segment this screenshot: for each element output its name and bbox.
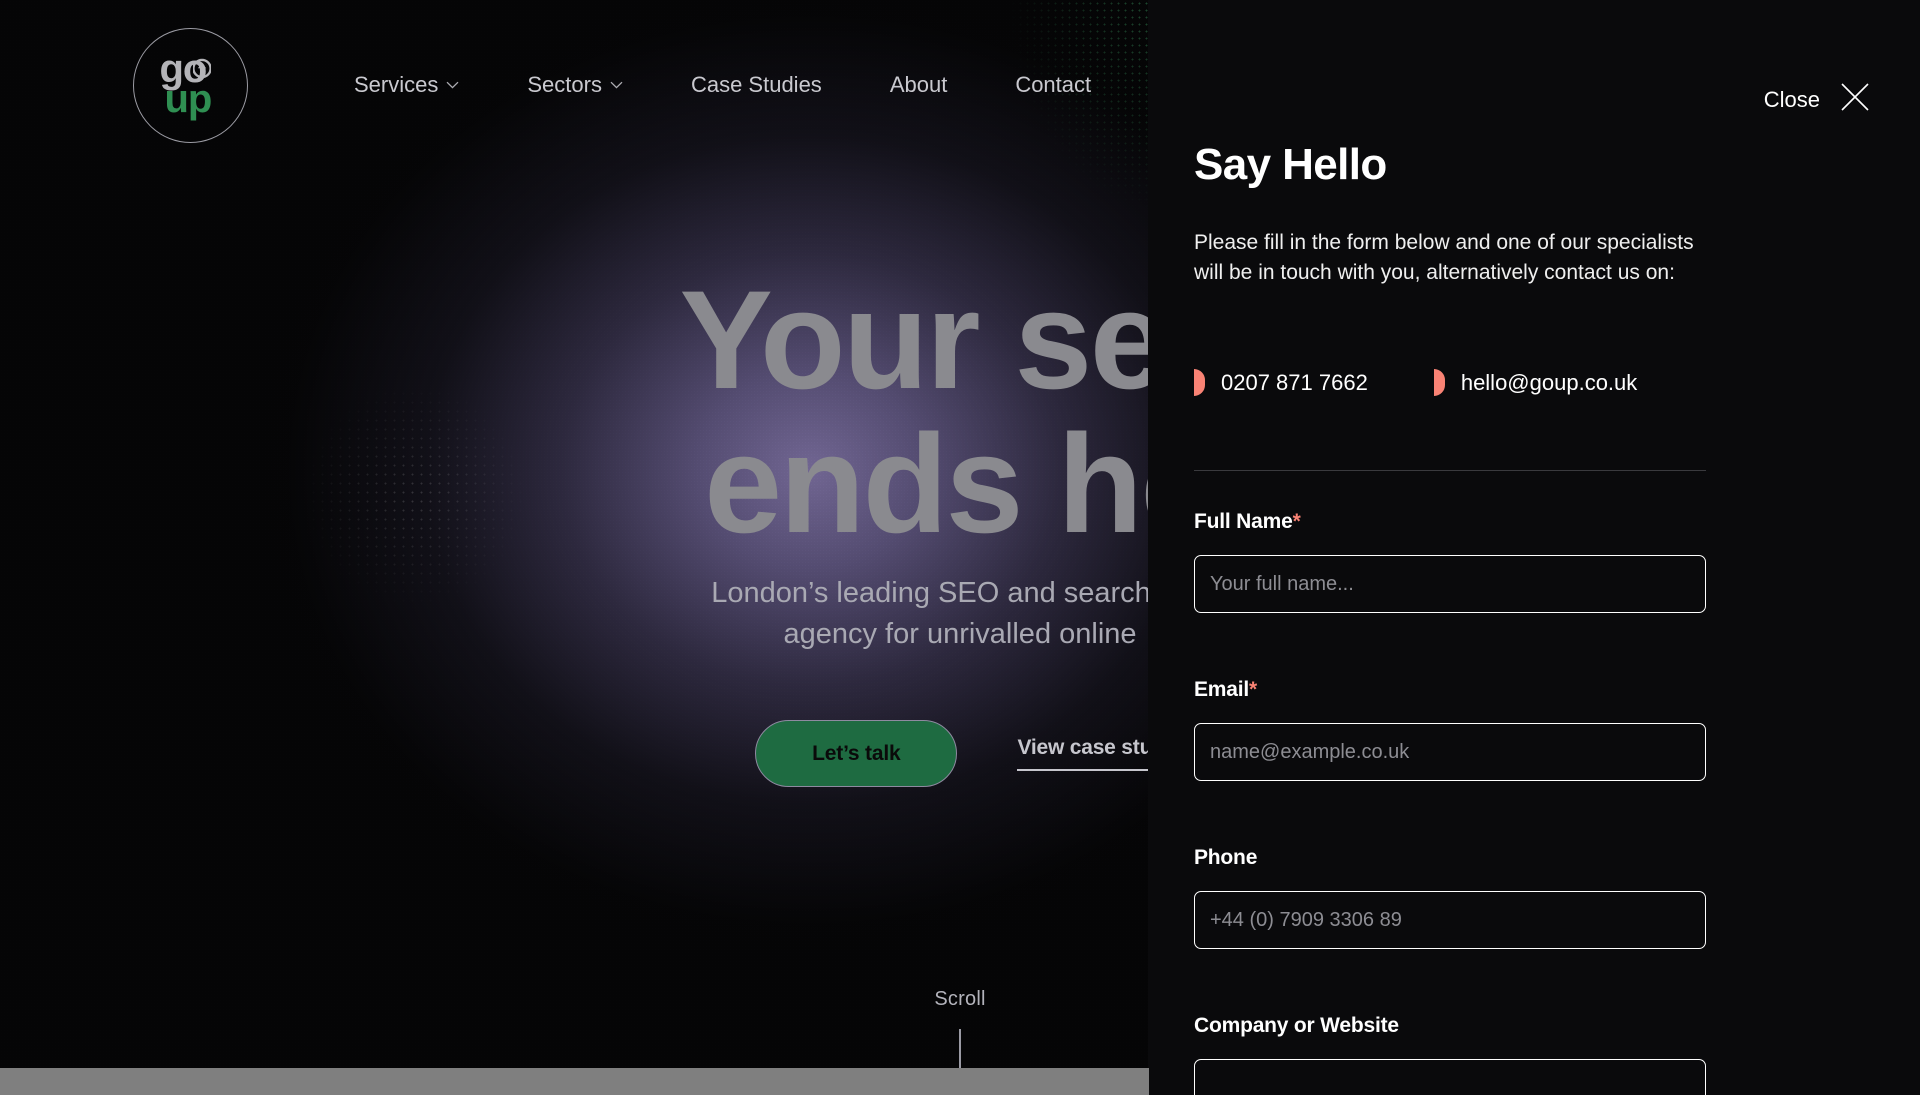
contact-panel: Close Say Hello Please fill in the form …: [1148, 0, 1920, 1095]
required-asterisk: *: [1292, 510, 1301, 533]
scroll-line: [959, 1029, 961, 1068]
label-text: Full Name: [1194, 510, 1293, 533]
half-circle-icon: [1194, 369, 1205, 396]
view-case-studies-link[interactable]: View case stud: [1017, 736, 1165, 772]
logo-mark: go up: [160, 49, 222, 123]
field-email: Email*: [1194, 678, 1706, 781]
nav-label: Contact: [1015, 72, 1092, 97]
field-label-email: Email*: [1194, 678, 1706, 702]
email-input[interactable]: [1194, 723, 1706, 781]
field-label-company-or-website: Company or Website: [1194, 1014, 1706, 1038]
nav-label: About: [889, 72, 948, 97]
nav-label: Sectors: [527, 72, 602, 97]
phone-input[interactable]: [1194, 891, 1706, 949]
field-phone: Phone: [1194, 846, 1706, 949]
chevron-down-icon: [446, 81, 459, 89]
scroll-label: Scroll: [934, 988, 986, 1010]
logo-text-up: up: [164, 76, 213, 121]
label-text: Phone: [1194, 846, 1258, 869]
lets-talk-button[interactable]: Let’s talk: [755, 720, 958, 788]
full-name-input[interactable]: [1194, 555, 1706, 613]
up-arrow-icon: [192, 58, 211, 78]
panel-divider: [1194, 470, 1706, 471]
horizontal-scrollbar-thumb[interactable]: [0, 1068, 1149, 1095]
contact-email-value: hello@goup.co.uk: [1460, 369, 1638, 395]
field-full-name: Full Name*: [1194, 510, 1706, 613]
required-asterisk: *: [1249, 678, 1258, 701]
panel-title: Say Hello: [1194, 140, 1387, 189]
nav-label: Services: [354, 72, 439, 97]
horizontal-scrollbar-track[interactable]: [0, 1068, 1149, 1095]
nav-item-services[interactable]: Services: [320, 72, 493, 98]
main-navigation: Services Sectors Case Studies About Cont…: [320, 72, 1125, 98]
nav-item-about[interactable]: About: [856, 72, 982, 98]
close-x-icon: [1840, 82, 1870, 117]
contact-phone[interactable]: 0207 871 7662: [1194, 369, 1368, 396]
chevron-down-icon: [610, 81, 623, 89]
nav-item-case-studies[interactable]: Case Studies: [657, 72, 856, 98]
field-label-phone: Phone: [1194, 846, 1706, 870]
contact-phone-value: 0207 871 7662: [1221, 369, 1368, 395]
label-text: Email: [1194, 678, 1250, 701]
company-or-website-input[interactable]: [1194, 1059, 1706, 1095]
half-circle-icon: [1433, 369, 1445, 396]
nav-item-sectors[interactable]: Sectors: [493, 72, 657, 98]
close-button[interactable]: Close: [1764, 82, 1870, 117]
page-root: go up Services Sectors Case Studies Abou…: [0, 0, 1920, 1095]
nav-item-contact[interactable]: Contact: [981, 72, 1125, 98]
field-label-full-name: Full Name*: [1194, 510, 1706, 534]
contact-email[interactable]: hello@goup.co.uk: [1433, 369, 1638, 396]
contact-details: 0207 871 7662 hello@goup.co.uk: [1194, 369, 1703, 396]
field-company-or-website: Company or Website: [1194, 1014, 1706, 1095]
label-text: Company or Website: [1194, 1014, 1399, 1037]
close-label: Close: [1763, 86, 1820, 112]
nav-label: Case Studies: [690, 72, 822, 97]
panel-description: Please fill in the form below and one of…: [1194, 231, 1694, 284]
logo[interactable]: go up: [133, 28, 248, 143]
